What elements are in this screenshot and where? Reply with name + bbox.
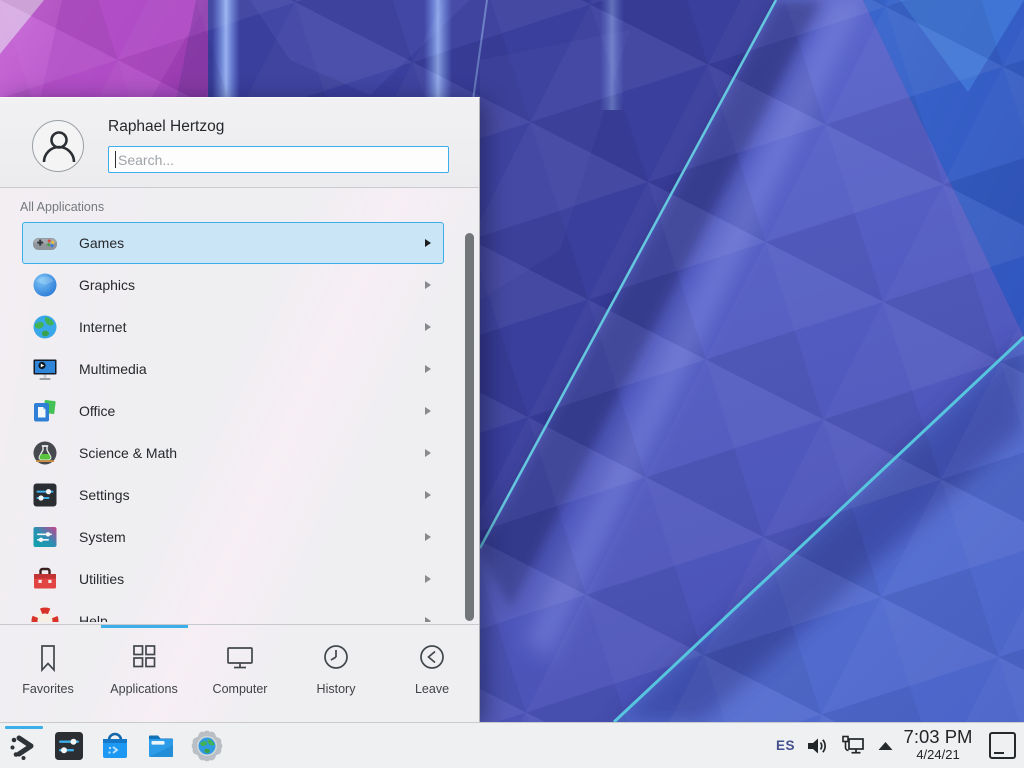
launcher-header: Raphael Hertzog <box>0 98 479 188</box>
computer-tab-icon <box>223 642 257 676</box>
file-manager-button[interactable] <box>145 730 177 762</box>
tab-computer[interactable]: Computer <box>192 625 288 723</box>
tab-applications[interactable]: Applications <box>96 625 192 723</box>
multimedia-category-icon <box>31 355 59 383</box>
application-launcher-button[interactable] <box>7 730 39 762</box>
launcher-active-indicator <box>5 726 43 729</box>
search-input[interactable] <box>108 146 449 173</box>
category-label: Help <box>79 613 108 622</box>
submenu-arrow-icon <box>425 617 431 622</box>
user-avatar-icon <box>32 120 84 172</box>
system-settings-icon <box>53 730 85 762</box>
tab-leave[interactable]: Leave <box>384 625 480 723</box>
category-list: Games Graphics <box>0 218 480 622</box>
kickoff-icon <box>7 730 39 762</box>
category-label: Games <box>79 235 124 251</box>
dolphin-folder-icon <box>145 730 177 762</box>
history-tab-icon <box>320 642 352 676</box>
clock-time: 7:03 PM <box>893 726 983 747</box>
category-item-office[interactable]: Office <box>22 390 444 432</box>
submenu-arrow-icon <box>425 491 431 499</box>
tray-expand-icon[interactable] <box>877 740 894 752</box>
discover-icon <box>99 730 131 762</box>
submenu-arrow-icon <box>425 533 431 541</box>
desktop: Raphael Hertzog All Applications <box>0 0 1024 768</box>
tab-label: Favorites <box>22 682 73 696</box>
network-icon[interactable] <box>840 734 866 758</box>
list-scrollbar[interactable] <box>465 233 474 621</box>
help-category-icon <box>31 607 59 622</box>
konqueror-icon <box>191 730 223 762</box>
web-browser-button[interactable] <box>191 730 223 762</box>
show-desktop-button[interactable] <box>989 732 1016 759</box>
tab-label: Leave <box>415 682 449 696</box>
category-label: Settings <box>79 487 130 503</box>
application-launcher-popup: Raphael Hertzog All Applications <box>0 97 480 722</box>
category-item-help[interactable]: Help <box>22 600 444 622</box>
submenu-arrow-icon <box>425 365 431 373</box>
system-settings-button[interactable] <box>53 730 85 762</box>
category-label: Science & Math <box>79 445 177 461</box>
submenu-arrow-icon <box>425 323 431 331</box>
category-item-settings[interactable]: Settings <box>22 474 444 516</box>
submenu-arrow-icon <box>425 281 431 289</box>
category-item-multimedia[interactable]: Multimedia <box>22 348 444 390</box>
internet-category-icon <box>31 313 59 341</box>
category-item-utilities[interactable]: Utilities <box>22 558 444 600</box>
volume-icon[interactable] <box>806 735 829 757</box>
tab-label: History <box>317 682 356 696</box>
applications-tab-icon <box>129 642 159 676</box>
category-label: Office <box>79 403 115 419</box>
submenu-arrow-icon <box>425 449 431 457</box>
system-tray: ES <box>776 723 894 768</box>
category-item-internet[interactable]: Internet <box>22 306 444 348</box>
keyboard-layout-indicator[interactable]: ES <box>776 738 795 753</box>
category-label: Internet <box>79 319 126 335</box>
category-item-games[interactable]: Games <box>22 222 444 264</box>
discover-button[interactable] <box>99 730 131 762</box>
category-label: Multimedia <box>79 361 147 377</box>
science-category-icon <box>31 439 59 467</box>
tab-label: Applications <box>110 682 177 696</box>
tab-history[interactable]: History <box>288 625 384 723</box>
leave-tab-icon <box>416 642 448 676</box>
graphics-category-icon <box>31 271 59 299</box>
text-cursor <box>115 151 116 168</box>
utilities-category-icon <box>31 565 59 593</box>
office-category-icon <box>31 397 59 425</box>
digital-clock[interactable]: 7:03 PM 4/24/21 <box>893 726 983 762</box>
category-label: Graphics <box>79 277 135 293</box>
category-label: Utilities <box>79 571 124 587</box>
user-name: Raphael Hertzog <box>108 118 224 136</box>
active-tab-indicator <box>101 625 188 628</box>
section-label: All Applications <box>20 200 104 214</box>
category-item-graphics[interactable]: Graphics <box>22 264 444 306</box>
category-item-science[interactable]: Science & Math <box>22 432 444 474</box>
settings-category-icon <box>31 481 59 509</box>
clock-date: 4/24/21 <box>893 747 983 762</box>
submenu-arrow-icon <box>425 407 431 415</box>
category-label: System <box>79 529 126 545</box>
category-item-system[interactable]: System <box>22 516 444 558</box>
tab-label: Computer <box>213 682 268 696</box>
favorites-tab-icon <box>33 642 63 676</box>
submenu-arrow-icon <box>425 239 431 247</box>
taskbar-panel: ES <box>0 722 1024 768</box>
search-field[interactable] <box>108 146 449 173</box>
launcher-tabbar: Favorites Applications <box>0 625 480 723</box>
submenu-arrow-icon <box>425 575 431 583</box>
system-category-icon <box>31 523 59 551</box>
tab-favorites[interactable]: Favorites <box>0 625 96 723</box>
games-category-icon <box>31 229 59 257</box>
